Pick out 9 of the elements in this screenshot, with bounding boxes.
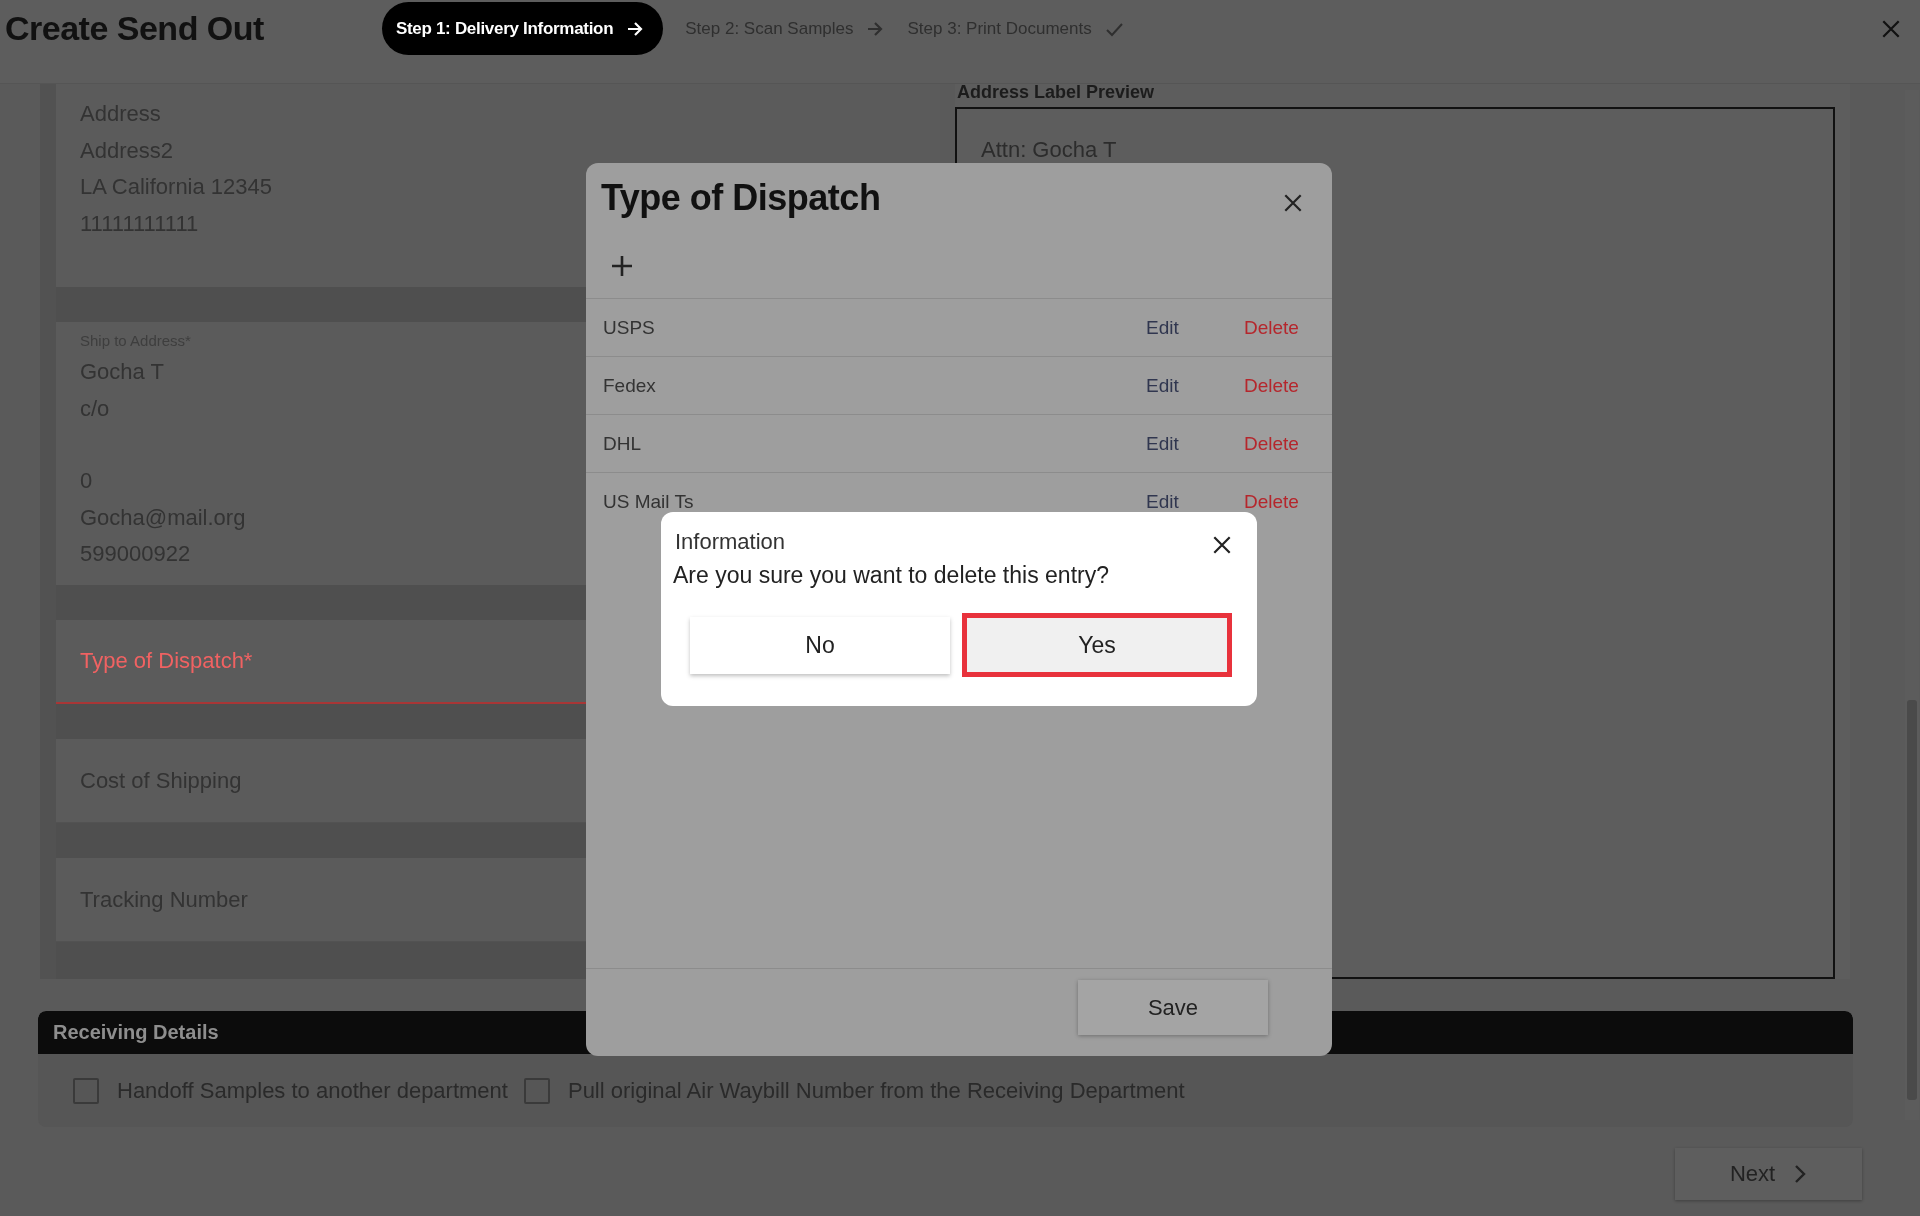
list-item-text: US Mail Ts — [603, 490, 695, 513]
list-item-text: USPS — [603, 316, 656, 339]
dialog-title: Type of Dispatch — [601, 177, 881, 219]
page-title: Create Send Out — [5, 9, 264, 48]
confirm-message: Are you sure you want to delete this entry? — [673, 562, 1110, 589]
dialog-title: Information — [675, 529, 786, 555]
list-item-text: Fedex — [603, 374, 657, 397]
section-title: Address Label Preview — [956, 84, 1156, 104]
list-item-text: DHL — [603, 432, 642, 455]
